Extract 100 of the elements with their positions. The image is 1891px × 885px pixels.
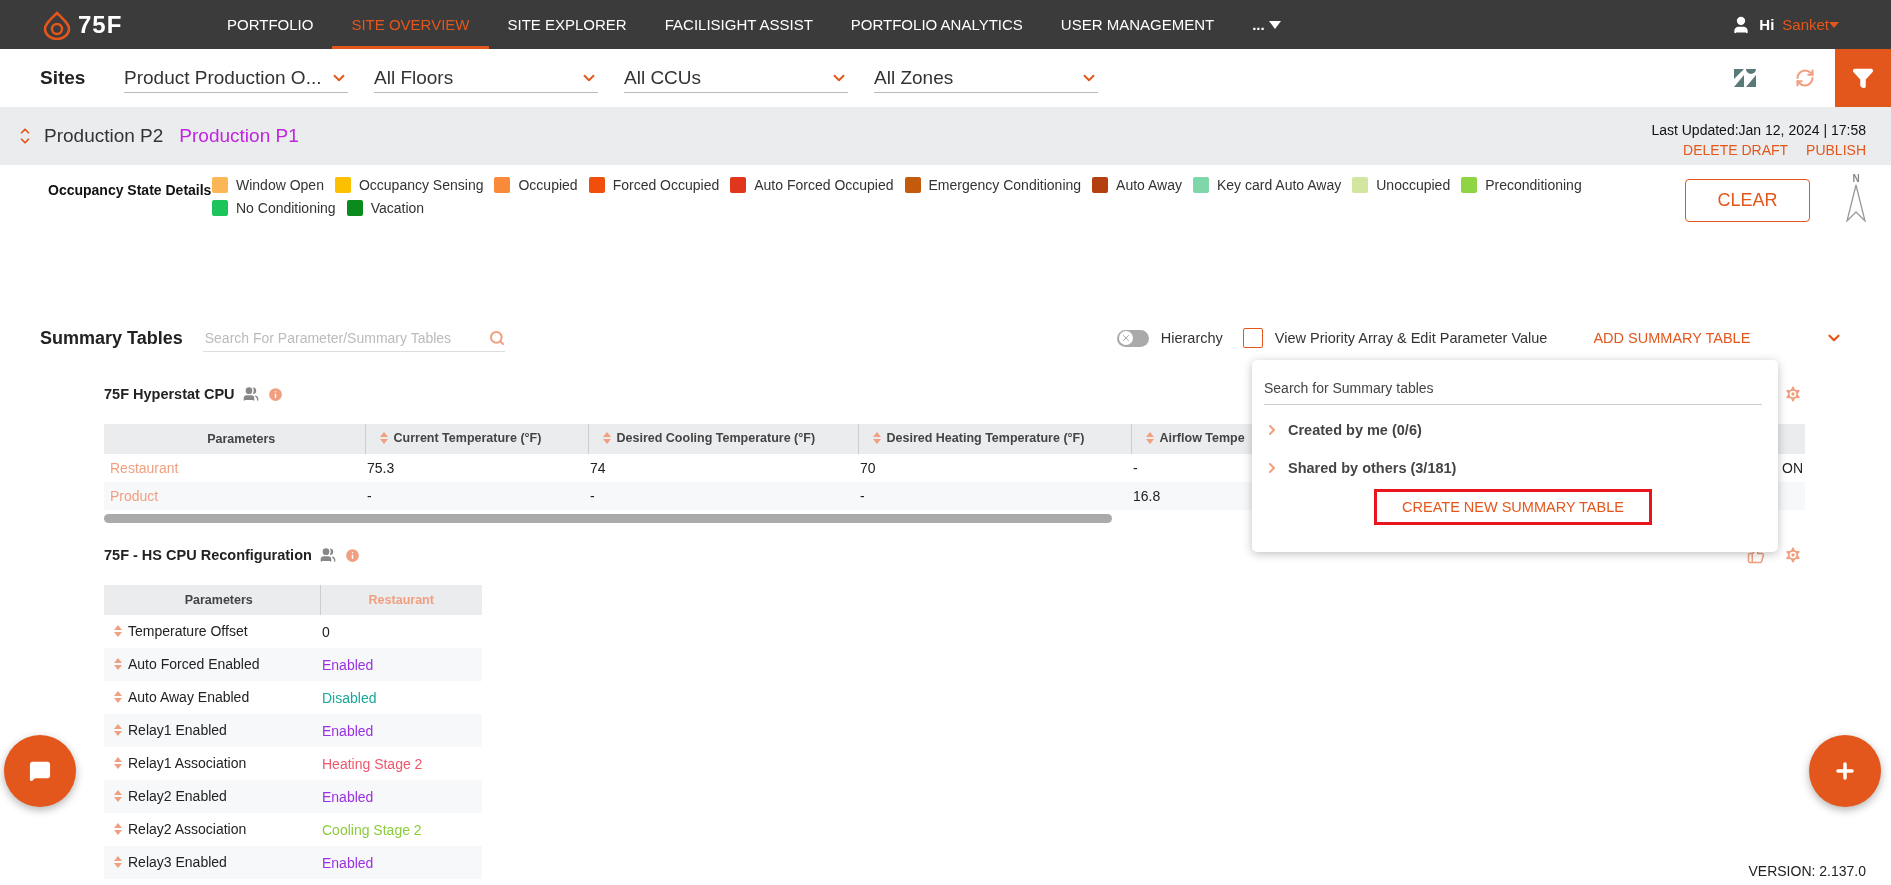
priority-checkbox[interactable] bbox=[1242, 328, 1263, 348]
search-icon bbox=[488, 329, 505, 346]
parameter-name: Auto Forced Enabled bbox=[128, 656, 260, 672]
parameter-name: Auto Away Enabled bbox=[128, 689, 250, 705]
legend-label: No Conditioning bbox=[236, 200, 336, 216]
legend-label: Preconditioning bbox=[1485, 177, 1582, 193]
sort-icon[interactable] bbox=[114, 856, 122, 868]
sort-icon[interactable] bbox=[1145, 432, 1154, 444]
column-header[interactable]: Desired Cooling Temperature (°F) bbox=[588, 424, 858, 454]
table-cell: - bbox=[367, 488, 372, 504]
chat-icon bbox=[29, 760, 51, 782]
logo-text: 75F bbox=[78, 10, 123, 39]
settings-icon[interactable] bbox=[1783, 384, 1803, 404]
sort-icon[interactable] bbox=[114, 790, 122, 802]
legend-label: Emergency Conditioning bbox=[928, 177, 1082, 193]
column-header[interactable]: Current Temperature (°F) bbox=[365, 424, 588, 454]
legend-label: Auto Away bbox=[1116, 177, 1182, 193]
zone-link[interactable]: Production P2 bbox=[44, 125, 164, 147]
settings-icon[interactable] bbox=[1783, 545, 1803, 565]
filter-dropdown[interactable]: All Zones bbox=[874, 63, 1098, 93]
legend-label: Forced Occupied bbox=[612, 177, 720, 193]
nav-tab[interactable]: SITE EXPLORER bbox=[488, 0, 646, 49]
filter-dropdown[interactable]: Product Production O... bbox=[124, 63, 348, 93]
sort-icon[interactable] bbox=[114, 724, 122, 736]
toggle-label: Hierarchy bbox=[1160, 330, 1223, 346]
filter-dropdown[interactable]: All Floors bbox=[374, 63, 598, 93]
parameter-value: Enabled bbox=[322, 722, 374, 739]
nav-tab[interactable]: PORTFOLIO ANALYTICS bbox=[831, 0, 1042, 49]
add-summary-table-link[interactable]: ADD SUMMARY TABLE bbox=[1593, 330, 1751, 346]
legend-label: Unoccupied bbox=[1376, 177, 1451, 193]
create-summary-table-button[interactable]: CREATE NEW SUMMARY TABLE bbox=[1374, 489, 1652, 525]
plus-icon bbox=[1833, 759, 1857, 783]
caret-down-icon bbox=[1829, 21, 1839, 28]
table-cell: 16.8 bbox=[1133, 488, 1161, 504]
table-title: 75F Hyperstat CPU bbox=[104, 386, 235, 402]
column-header: Parameters bbox=[104, 424, 365, 454]
info-icon[interactable] bbox=[266, 385, 284, 403]
sort-icon[interactable] bbox=[872, 432, 881, 444]
table-cell: 70 bbox=[860, 460, 876, 476]
column-header[interactable]: Airflow Tempe bbox=[1131, 424, 1252, 454]
table-cell: 74 bbox=[590, 460, 606, 476]
legend-label: Occupied bbox=[518, 177, 578, 193]
group-item[interactable]: Shared by others (3/181) bbox=[1264, 449, 1762, 487]
parameter-name: Relay3 Enabled bbox=[128, 854, 227, 870]
sort-icon[interactable] bbox=[114, 757, 122, 769]
table-cell: 75.3 bbox=[367, 460, 395, 476]
table-title: 75F - HS CPU Reconfiguration bbox=[104, 547, 312, 563]
parameter-value: Enabled bbox=[322, 656, 374, 673]
toggle-knob bbox=[1118, 331, 1133, 345]
last-updated: Last Updated:Jan 12, 2024 | 17:58 bbox=[1651, 122, 1866, 138]
horizontal-scrollbar[interactable] bbox=[104, 514, 1112, 523]
hierarchy-toggle[interactable] bbox=[1116, 329, 1149, 347]
column-header: Parameters bbox=[104, 585, 320, 615]
table-cell: - bbox=[1133, 460, 1138, 476]
parameter-value: Enabled bbox=[322, 788, 374, 805]
column-header: Restaurant bbox=[320, 585, 482, 615]
legend-label: Occupancy Sensing bbox=[358, 177, 484, 193]
legend-label: Key card Auto Away bbox=[1216, 177, 1342, 193]
sort-icon[interactable] bbox=[114, 823, 122, 835]
filter-dropdown[interactable]: All CCUs bbox=[624, 63, 848, 93]
parameter-value: Enabled bbox=[322, 854, 374, 871]
table-cell: ON bbox=[1782, 460, 1803, 476]
legend-label: Window Open bbox=[236, 177, 324, 193]
parameter-name: Relay2 Enabled bbox=[128, 788, 227, 804]
parameter-value: Disabled bbox=[322, 689, 377, 706]
parameter-name: Relay1 Association bbox=[128, 755, 247, 771]
info-icon[interactable] bbox=[343, 546, 361, 564]
more-menu[interactable]: ... bbox=[1233, 0, 1300, 49]
sort-icon[interactable] bbox=[379, 432, 388, 444]
zone-link[interactable]: Production P1 bbox=[179, 125, 299, 147]
table-cell: - bbox=[860, 488, 865, 504]
clear-button[interactable]: CLEAR bbox=[1685, 179, 1810, 222]
filter-icon bbox=[1852, 67, 1874, 89]
group-item[interactable]: Created by me (0/6) bbox=[1264, 411, 1762, 449]
logo-icon bbox=[42, 9, 72, 40]
add-button[interactable] bbox=[1809, 735, 1881, 807]
parameter-value: 0 bbox=[322, 623, 330, 640]
parameter-value: Heating Stage 2 bbox=[322, 755, 423, 772]
north-arrow-icon bbox=[1846, 184, 1866, 222]
north-label: N bbox=[1852, 173, 1860, 184]
nav-tab[interactable]: USER MANAGEMENT bbox=[1041, 0, 1234, 49]
sites-label: Sites bbox=[40, 67, 87, 89]
sort-icon[interactable] bbox=[114, 625, 122, 637]
parameter-name: Temperature Offset bbox=[128, 623, 248, 639]
table-cell: - bbox=[590, 488, 595, 504]
nav-tab[interactable]: PORTFOLIO bbox=[208, 0, 333, 49]
chat-button[interactable] bbox=[4, 735, 76, 807]
column-header[interactable]: Desired Heating Temperature (°F) bbox=[858, 424, 1131, 454]
legend-label: Auto Forced Occupied bbox=[754, 177, 894, 193]
sort-icon[interactable] bbox=[602, 432, 611, 444]
checkbox-label: View Priority Array & Edit Parameter Value bbox=[1274, 330, 1548, 346]
greeting: Hi bbox=[1759, 16, 1775, 33]
sort-icon[interactable] bbox=[114, 658, 122, 670]
sort-icon[interactable] bbox=[114, 691, 122, 703]
parameter-value: Cooling Stage 2 bbox=[322, 821, 422, 838]
section-title: Summary Tables bbox=[40, 327, 183, 349]
shared-users-icon bbox=[242, 386, 259, 402]
nav-tab[interactable]: FACILISIGHT ASSIST bbox=[645, 0, 832, 49]
filter-button[interactable] bbox=[1835, 49, 1891, 107]
version-label: VERSION: 2.137.0 bbox=[1748, 863, 1866, 879]
